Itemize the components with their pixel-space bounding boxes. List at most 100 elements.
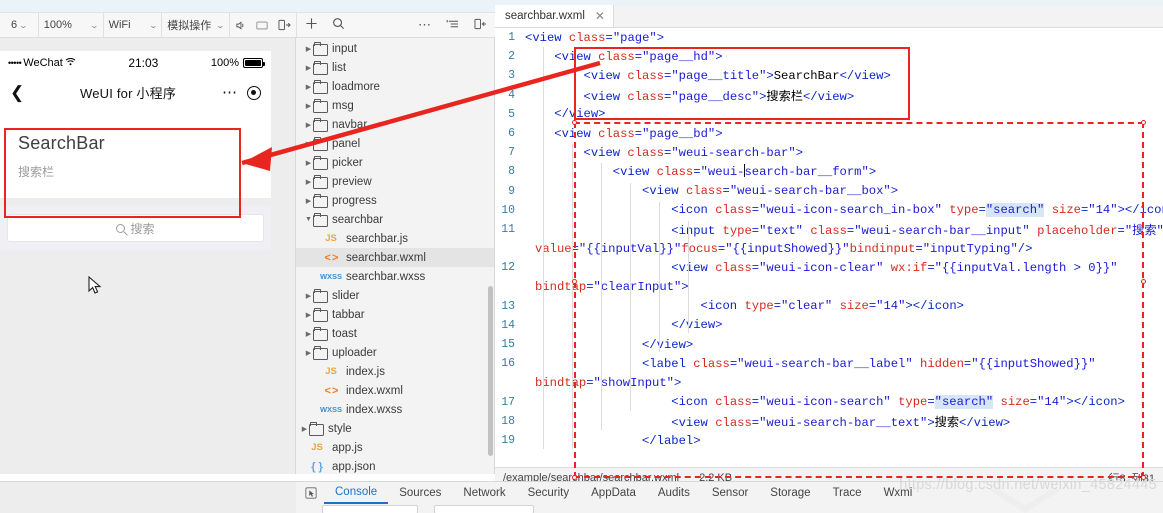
chevron-right-icon[interactable]: ▶: [304, 102, 313, 110]
chevron-down-icon[interactable]: ▼: [304, 216, 313, 223]
line-number: 11: [501, 222, 515, 236]
chevron-right-icon[interactable]: ▶: [304, 311, 313, 319]
tree-folder-style[interactable]: ▶ style: [296, 419, 494, 438]
devtools-tab-storage[interactable]: Storage: [759, 482, 821, 504]
chevron-right-icon[interactable]: ▶: [304, 330, 313, 338]
status-time: 21:03: [128, 55, 159, 70]
search-placeholder: 搜索: [130, 221, 155, 236]
code-line: 18 <view class="weui-search-bar__text">搜…: [495, 412, 1163, 431]
folder-icon: [313, 175, 328, 189]
tree-folder-list[interactable]: ▶ list: [296, 58, 494, 77]
close-icon[interactable]: ✕: [595, 9, 605, 23]
devtools-tab-security[interactable]: Security: [517, 482, 581, 504]
screen-icon[interactable]: [251, 13, 273, 38]
tree-folder-uploader[interactable]: ▶ uploader: [296, 343, 494, 362]
line-text: <view class="weui-search-bar__box">: [642, 184, 899, 199]
tree-file-index.js[interactable]: JS index.js: [296, 362, 494, 381]
search-input[interactable]: 搜索: [7, 214, 264, 242]
tree-file-app.json[interactable]: { } app.json: [296, 457, 494, 474]
tree-folder-preview[interactable]: ▶ preview: [296, 172, 494, 191]
tree-file-searchbar.wxml[interactable]: < > searchbar.wxml: [296, 248, 494, 267]
network-select[interactable]: WiFi ⌄: [104, 12, 163, 38]
tree-item-label: panel: [332, 137, 361, 150]
zoom-label: 100%: [43, 19, 72, 31]
target-icon[interactable]: [247, 85, 261, 100]
tree-item-label: toast: [332, 327, 357, 340]
simulate-action-select[interactable]: 模拟操作 ⌄: [162, 12, 230, 38]
tree-folder-tabbar[interactable]: ▶ tabbar: [296, 305, 494, 324]
devtools-tab-wxml[interactable]: Wxml: [873, 482, 924, 504]
chevron-right-icon[interactable]: ▶: [304, 83, 313, 91]
tree-folder-panel[interactable]: ▶ panel: [296, 134, 494, 153]
chevron-right-icon[interactable]: ▶: [304, 178, 313, 186]
tree-file-index.wxss[interactable]: WXSS index.wxss: [296, 400, 494, 419]
tree-folder-picker[interactable]: ▶ picker: [296, 153, 494, 172]
chevron-right-icon[interactable]: ▶: [304, 64, 313, 72]
console-filter-input[interactable]: [434, 504, 534, 513]
back-chevron-icon[interactable]: ❮: [10, 83, 34, 103]
tree-folder-toast[interactable]: ▶ toast: [296, 324, 494, 343]
line-number: 2: [508, 50, 515, 64]
chevron-right-icon[interactable]: ▶: [304, 349, 313, 357]
line-number: 19: [501, 434, 515, 448]
devtools-tab-trace[interactable]: Trace: [822, 482, 873, 504]
chevron-right-icon[interactable]: ▶: [304, 197, 313, 205]
chevron-right-icon[interactable]: ▶: [304, 45, 313, 53]
tree-file-app.js[interactable]: JS app.js: [296, 438, 494, 457]
code-line-wrapped: bindtap = "showInput" >: [535, 375, 682, 390]
line-number: 9: [508, 184, 515, 198]
line-number: 1: [508, 31, 515, 45]
device-select[interactable]: 6 ⌄: [0, 12, 39, 38]
explorer-scrollbar[interactable]: [488, 286, 493, 456]
chevron-right-icon[interactable]: ▶: [304, 140, 313, 148]
tree-item-label: searchbar.wxml: [346, 251, 426, 264]
tree-file-searchbar.js[interactable]: JS searchbar.js: [296, 229, 494, 248]
code-line: 7 <view class="weui-search-bar">: [495, 143, 1163, 162]
add-icon[interactable]: [305, 17, 318, 33]
devtools-tab-audits[interactable]: Audits: [647, 482, 701, 504]
chevron-right-icon[interactable]: ▶: [304, 121, 313, 129]
tree-item-label: preview: [332, 175, 372, 188]
chevron-right-icon[interactable]: ▶: [304, 159, 313, 167]
code-content[interactable]: 1 <view class="page"> 2 <view class="page_…: [495, 28, 1163, 449]
devtools-tab-sensor[interactable]: Sensor: [701, 482, 759, 504]
devtools-tab-network[interactable]: Network: [452, 482, 516, 504]
console-context-select[interactable]: [322, 504, 418, 513]
tree-file-searchbar.wxss[interactable]: WXSS searchbar.wxss: [296, 267, 494, 286]
collapse-panel-icon[interactable]: [474, 18, 487, 33]
line-number: 5: [508, 107, 515, 121]
chevron-down-icon: ⌄: [215, 20, 226, 30]
tab-searchbar-wxml[interactable]: searchbar.wxml ✕: [495, 5, 614, 27]
devtools-tab-sources[interactable]: Sources: [388, 482, 452, 504]
line-number: 6: [508, 127, 515, 141]
devtools-tab-appdata[interactable]: AppData: [580, 482, 647, 504]
line-number: 12: [501, 261, 515, 275]
js-file-icon: JS: [325, 233, 337, 244]
tree-file-index.wxml[interactable]: < > index.wxml: [296, 381, 494, 400]
more-dots-icon[interactable]: ⋯: [222, 85, 238, 100]
tree-folder-loadmore[interactable]: ▶ loadmore: [296, 77, 494, 96]
simulate-label: 模拟操作: [167, 20, 212, 32]
volume-icon[interactable]: [230, 13, 251, 38]
rotate-device-icon[interactable]: [273, 13, 296, 38]
devtools-tab-console[interactable]: Console: [324, 482, 389, 504]
tree-folder-msg[interactable]: ▶ msg: [296, 96, 494, 115]
tree-folder-slider[interactable]: ▶ slider: [296, 286, 494, 305]
tree-folder-searchbar[interactable]: ▼ searchbar: [296, 210, 494, 229]
line-number: 15: [501, 338, 515, 352]
tree-folder-navbar[interactable]: ▶ navbar: [296, 115, 494, 134]
explorer-toolbar: ⋯: [296, 13, 495, 38]
chevron-right-icon[interactable]: ▶: [300, 425, 309, 433]
phone-navbar: ❮ WeUI for 小程序 ⋯: [0, 74, 271, 111]
code-line: 6 <view class="page__bd">: [495, 124, 1163, 143]
tree-folder-progress[interactable]: ▶ progress: [296, 191, 494, 210]
filter-icon[interactable]: [446, 18, 460, 33]
search-icon[interactable]: [332, 17, 345, 33]
signal-dots-icon: •••••: [8, 57, 22, 68]
inspect-cursor-icon[interactable]: [298, 487, 324, 499]
more-icon[interactable]: ⋯: [418, 18, 432, 31]
chevron-right-icon[interactable]: ▶: [304, 292, 313, 300]
code-editor: searchbar.wxml ✕ 1 <view class="page"> 2 <…: [495, 5, 1163, 474]
zoom-select[interactable]: 100% ⌄: [39, 12, 104, 38]
tree-folder-input[interactable]: ▶ input: [296, 39, 494, 58]
